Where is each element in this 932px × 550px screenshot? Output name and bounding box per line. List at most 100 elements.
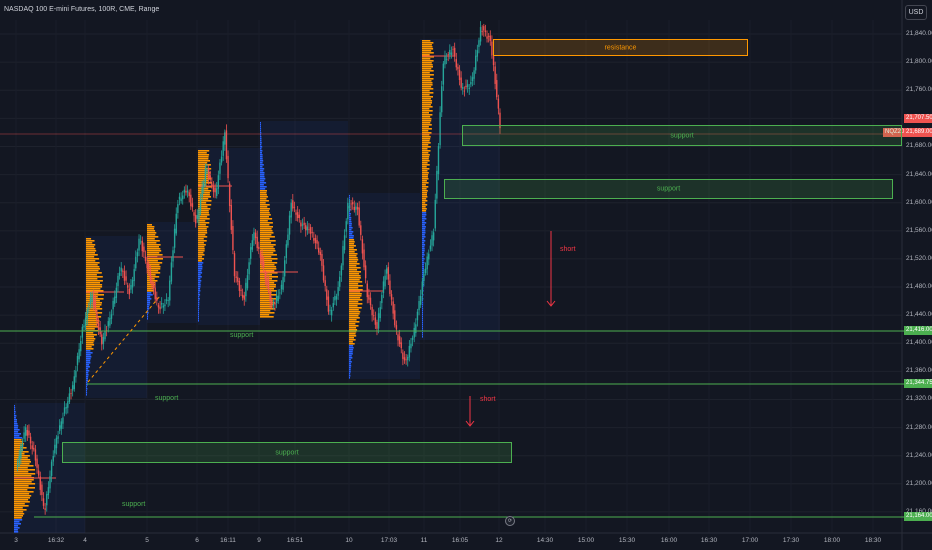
candle-body: [339, 276, 341, 287]
volume-profile-bar: [260, 230, 273, 232]
volume-profile-bar: [260, 242, 272, 244]
candle-body: [214, 187, 216, 193]
volume-profile-bar: [14, 483, 36, 485]
candle-body: [54, 444, 56, 454]
volume-profile-bar: [198, 156, 209, 158]
volume-profile-bar: [14, 489, 28, 491]
currency-button[interactable]: USD: [905, 5, 927, 20]
candle-body: [159, 306, 161, 310]
volume-profile-bar: [14, 431, 19, 433]
volume-profile-bar: [198, 152, 207, 154]
candle-body: [290, 202, 292, 218]
volume-profile-bar: [422, 86, 432, 88]
volume-profile-bar: [422, 264, 424, 266]
candle-body: [94, 300, 97, 310]
volume-profile-bar: [422, 166, 427, 168]
volume-profile-bar: [260, 294, 277, 296]
support-zone-upper[interactable]: support: [462, 125, 902, 146]
candle-body: [146, 261, 148, 269]
volume-profile-bar: [147, 244, 161, 246]
volume-profile-bar: [14, 507, 23, 509]
support-zone-lower[interactable]: support: [62, 442, 512, 463]
candle-body: [324, 280, 326, 287]
candle-body: [34, 449, 37, 461]
volume-profile-bar: [349, 283, 359, 285]
volume-profile-bar: [198, 150, 210, 152]
volume-profile-bar: [422, 154, 430, 156]
volume-profile-bar: [198, 196, 211, 198]
resistance-zone[interactable]: resistance: [493, 39, 748, 56]
volume-profile-bar: [198, 226, 209, 228]
volume-profile-bar: [422, 124, 432, 126]
volume-profile-bar: [86, 374, 89, 376]
candle-body: [319, 251, 322, 255]
volume-profile-bar: [422, 306, 423, 308]
candle-body: [489, 35, 491, 41]
volume-profile-bar: [14, 417, 16, 419]
candle-body: [398, 336, 401, 345]
chart-canvas[interactable]: [0, 0, 932, 550]
candle-body: [16, 464, 19, 467]
symbol-price-label: 21,689.00: [904, 128, 932, 137]
volume-profile-bar: [422, 320, 423, 322]
candle-body: [198, 210, 200, 220]
volume-profile-bar: [198, 268, 203, 270]
volume-profile-bar: [422, 318, 423, 320]
volume-profile-bar: [198, 262, 204, 264]
volume-profile-bar: [260, 210, 270, 212]
volume-profile-bar: [422, 216, 426, 218]
candle-body: [225, 130, 228, 160]
candle-body: [340, 265, 343, 276]
volume-profile-bar: [260, 176, 265, 178]
volume-profile-bar: [14, 485, 29, 487]
volume-profile-bar: [147, 232, 157, 234]
volume-profile-bar: [14, 481, 32, 483]
candle-body: [360, 225, 362, 235]
candle-body: [392, 301, 394, 314]
volume-profile-bar: [260, 158, 263, 160]
volume-profile-bar: [147, 312, 149, 314]
volume-profile-bar: [147, 230, 156, 232]
volume-profile-bar: [349, 241, 355, 243]
volume-profile-bar: [260, 170, 264, 172]
candle-body: [81, 326, 84, 338]
time-tick-label: 6: [195, 537, 199, 544]
volume-profile-bar: [86, 340, 95, 342]
candle-body: [78, 349, 80, 360]
candle-body: [222, 141, 224, 156]
volume-profile-bar: [349, 371, 351, 373]
volume-profile-bar: [260, 160, 264, 162]
volume-profile-bar: [422, 228, 426, 230]
volume-profile-bar: [14, 479, 34, 481]
candle-body: [358, 207, 360, 226]
price-tick-label: 21,240.00: [906, 451, 932, 459]
support-zone-middle[interactable]: support: [444, 179, 893, 199]
candle-body: [75, 370, 77, 378]
candle-body: [97, 322, 100, 330]
volume-profile-bar: [260, 234, 272, 236]
candle-body: [248, 262, 250, 275]
volume-profile-bar: [349, 235, 354, 237]
candle-body: [120, 267, 122, 272]
volume-profile-bar: [86, 252, 95, 254]
volume-profile-bar: [422, 336, 423, 338]
volume-profile-bar: [349, 247, 354, 249]
candle-body: [478, 40, 480, 47]
volume-profile-bar: [422, 326, 423, 328]
volume-profile-bar: [349, 317, 360, 319]
time-tick-label: 12: [495, 537, 503, 544]
candle-body: [301, 224, 304, 226]
volume-profile-bar: [86, 346, 92, 348]
volume-profile-bar: [198, 284, 201, 286]
volume-profile-bar: [349, 363, 351, 365]
volume-profile-bar: [14, 449, 23, 451]
volume-profile-bar: [422, 100, 433, 102]
volume-profile-bar: [422, 110, 433, 112]
volume-profile-bar: [14, 425, 19, 427]
volume-profile-bar: [198, 276, 202, 278]
volume-profile-bar: [198, 286, 201, 288]
volume-profile-bar: [86, 258, 100, 260]
candle-body: [109, 317, 111, 326]
candle-body: [60, 421, 63, 429]
replay-icon[interactable]: ⟳: [505, 516, 515, 526]
